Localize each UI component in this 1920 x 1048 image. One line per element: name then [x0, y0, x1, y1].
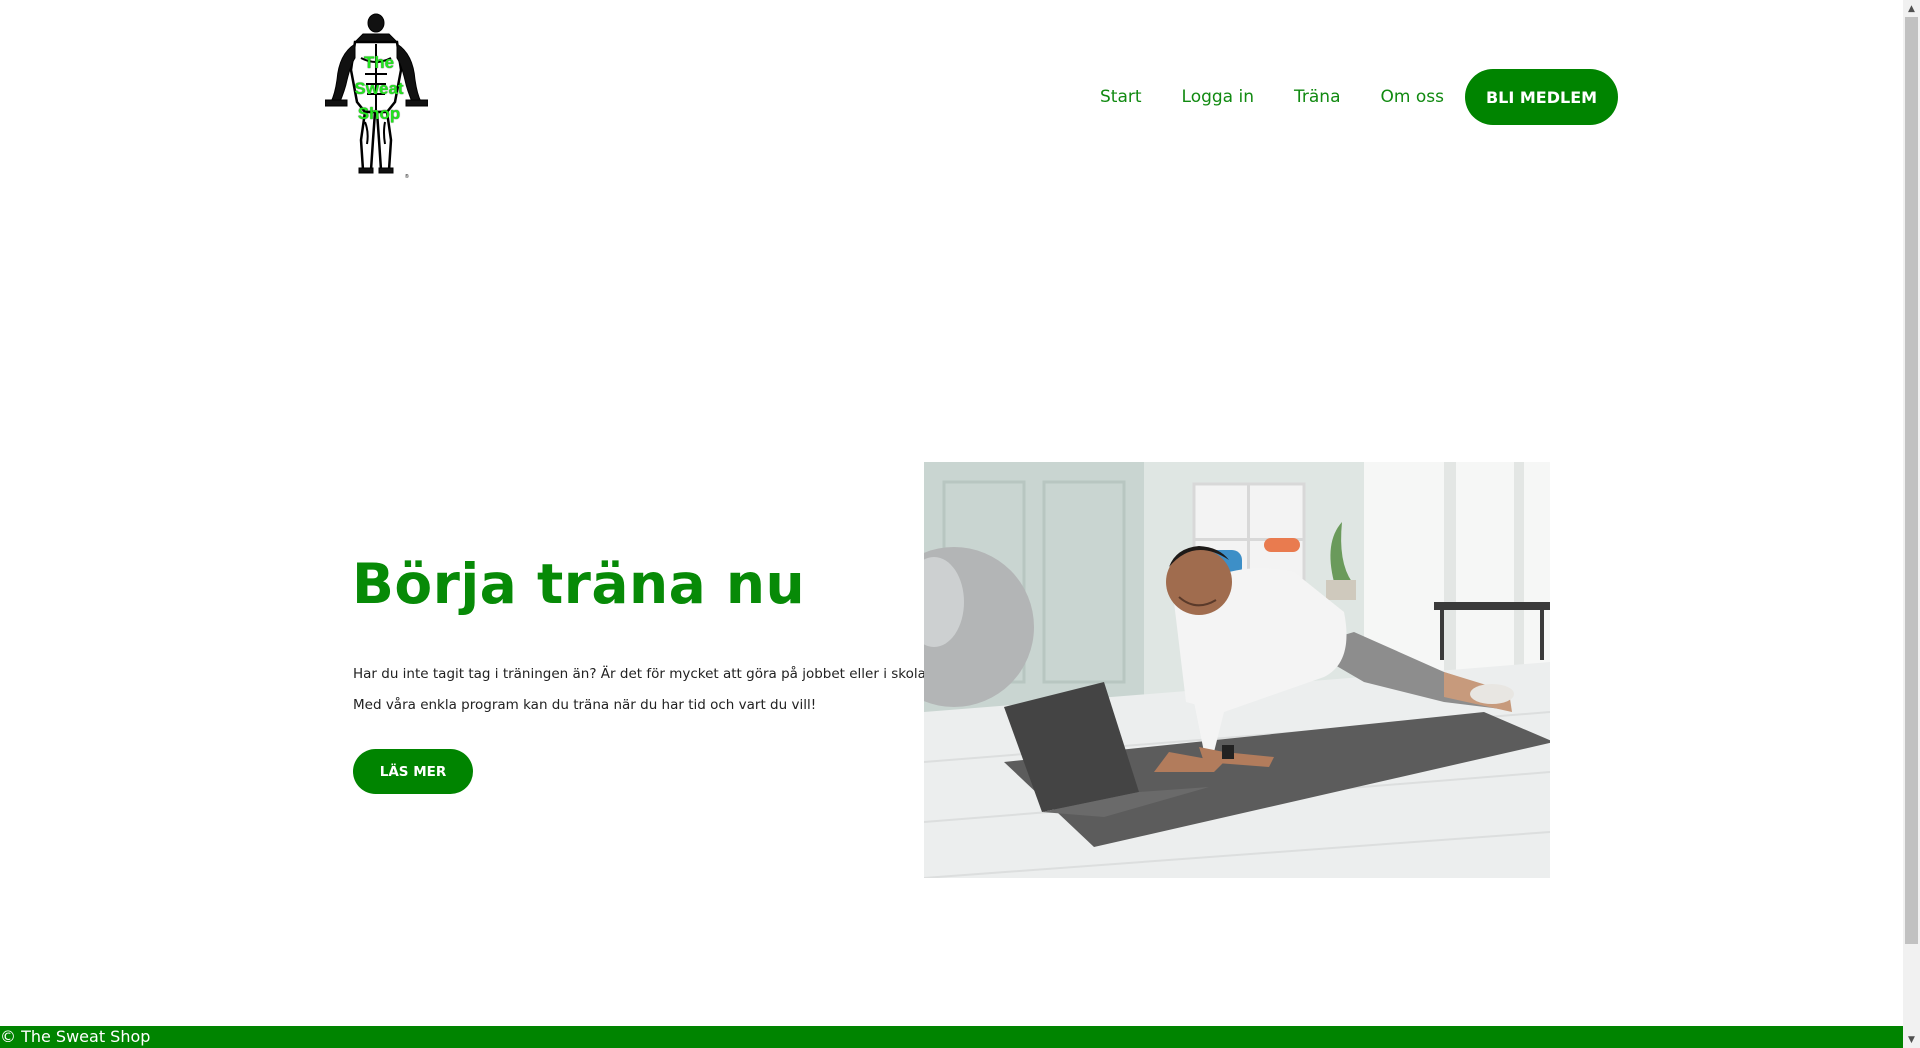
nav-link-about[interactable]: Om oss	[1361, 87, 1464, 107]
svg-text:®: ®	[405, 173, 409, 178]
scroll-up-icon[interactable]: ▲	[1903, 0, 1920, 17]
hero-image	[924, 462, 1550, 878]
hero-title: Börja träna nu	[352, 552, 806, 616]
become-member-button[interactable]: BLI MEDLEM	[1464, 69, 1619, 125]
nav-link-login[interactable]: Logga in	[1162, 87, 1274, 107]
logo-text-the: The	[363, 53, 395, 72]
workout-photo-illustration	[924, 462, 1550, 878]
hero-description-line-2: Med våra enkla program kan du träna när …	[353, 697, 817, 713]
nav-link-start[interactable]: Start	[1080, 87, 1162, 107]
hero-description: Har du inte tagit tag i träningen än? Är…	[353, 659, 942, 721]
site-footer: © The Sweat Shop	[0, 1026, 1903, 1048]
scrollbar-thumb[interactable]	[1905, 17, 1918, 944]
nav-link-train[interactable]: Träna	[1274, 87, 1360, 107]
vertical-scrollbar[interactable]: ▲ ▼	[1903, 0, 1920, 1048]
page: ® The Sweat Shop Start Logga in Träna Om…	[0, 0, 1903, 1048]
read-more-button[interactable]: LÄS MER	[353, 749, 473, 794]
footer-copyright: © The Sweat Shop	[0, 1027, 151, 1046]
site-logo[interactable]: ® The Sweat Shop	[325, 10, 428, 178]
logo-text-shop: Shop	[357, 104, 401, 123]
logo-text-sweat: Sweat	[354, 79, 404, 98]
main-nav: Start Logga in Träna Om oss BLI MEDLEM	[1080, 68, 1619, 126]
hero-description-line-1: Har du inte tagit tag i träningen än? Är…	[353, 666, 942, 682]
scroll-down-icon[interactable]: ▼	[1903, 1031, 1920, 1048]
